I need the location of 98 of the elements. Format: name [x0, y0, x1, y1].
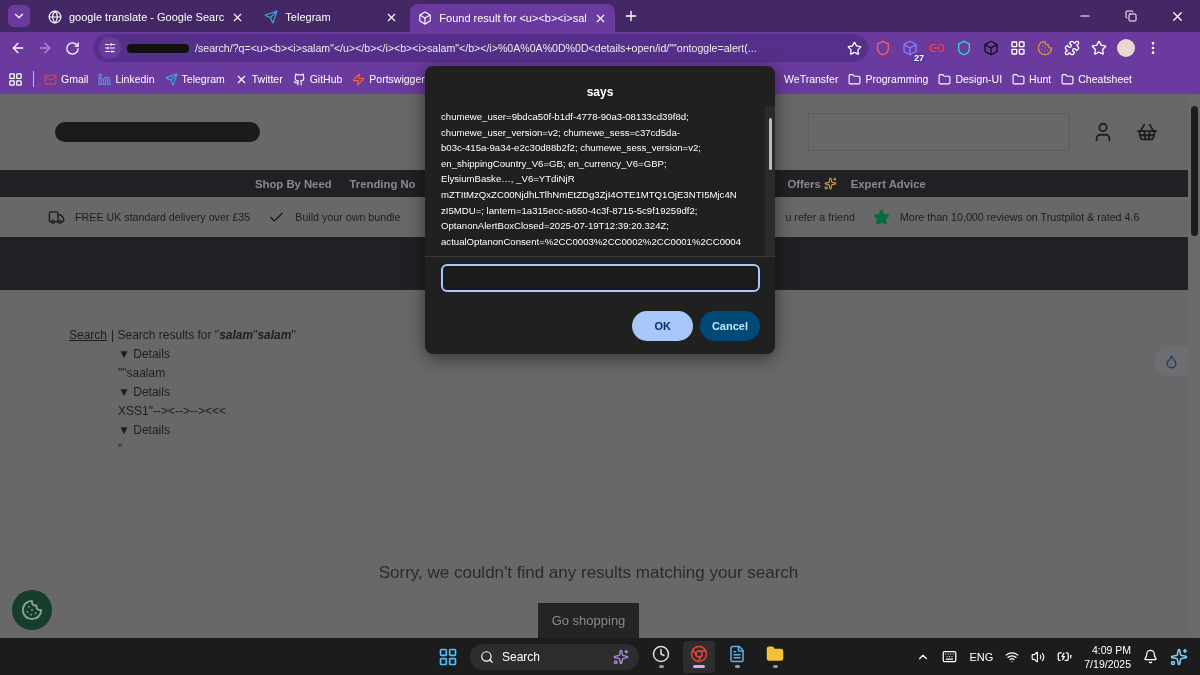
- chrome-icon: [690, 645, 708, 663]
- bookmark-folder[interactable]: Hunt: [1012, 72, 1052, 86]
- bookmark-folder[interactable]: Programming: [848, 72, 929, 86]
- cube-icon: [983, 40, 999, 56]
- dialog-message-line: ElysiumBaske…, _V6=YTdiNjR: [441, 172, 576, 187]
- puzzle-icon: [1064, 40, 1080, 56]
- cube-icon: [902, 40, 918, 56]
- windows-logo-icon: [438, 646, 458, 667]
- folder-icon: [938, 72, 952, 86]
- taskbar-search-field[interactable]: Search: [470, 643, 639, 670]
- bookmark-link[interactable]: Gmail: [44, 72, 89, 86]
- dialog-message-line: actualOptanonConsent=%2CC0003%2CC0002%2CC0001%2CC0004: [441, 234, 742, 249]
- dialog-message-line: zI5MDU=; lantern=1a315ecc-a650-4c3f-8715-5c9f19259df2;: [441, 203, 699, 218]
- clock-icon: [652, 645, 670, 663]
- empty-results-message: Sorry, we couldn't find any results matching your search: [378, 563, 799, 583]
- forward-arrow-icon: [37, 40, 53, 56]
- promo-text: FREE UK standard delivery over £35: [75, 211, 251, 224]
- star-icon: [872, 208, 890, 226]
- site-info-button[interactable]: [99, 37, 121, 59]
- lightning-icon: [352, 72, 366, 86]
- wifi-icon[interactable]: [1005, 649, 1020, 664]
- sparkle-icon: [823, 177, 837, 191]
- linkedin-icon: [98, 72, 112, 86]
- details-content: ": [118, 441, 124, 458]
- dialog-message-line: chumewe_user=9bdca50f-b1df-4778-90a3-08133cd39f8d;: [441, 110, 690, 124]
- restore-icon: [1125, 10, 1137, 22]
- taskbar-app[interactable]: [683, 640, 715, 673]
- bookmark-link[interactable]: Twitter: [234, 72, 283, 86]
- cookie-icon: [1037, 40, 1053, 56]
- globe-icon: [48, 10, 62, 24]
- mail-icon: [44, 72, 57, 86]
- shield-icon: [956, 40, 972, 56]
- bookmark-link[interactable]: GitHub: [292, 72, 343, 86]
- dialog-scrollbar[interactable]: [765, 106, 775, 256]
- bookmark-link[interactable]: Portswigger: [352, 72, 425, 86]
- dialog-message-line: en_shippingCountry_V6=GB; en_currency_V6=GBP;: [441, 156, 668, 171]
- sliders-icon: [104, 42, 116, 54]
- go-shopping-button[interactable]: Go shopping: [537, 603, 640, 638]
- truck-icon: [48, 208, 65, 226]
- dialog-title: says: [586, 85, 614, 99]
- cookie-settings-button[interactable]: [12, 590, 52, 630]
- grid-icon: [1010, 40, 1026, 56]
- shield-icon: [875, 40, 891, 56]
- bookmark-link[interactable]: Telegram: [164, 72, 225, 86]
- paper-plane-icon: [164, 72, 178, 86]
- battery-icon[interactable]: [1057, 649, 1073, 664]
- browser-tab[interactable]: google translate - Google Searc: [40, 4, 253, 30]
- results-heading: | Search results for "salam"salam": [111, 327, 296, 344]
- running-indicator: [658, 665, 664, 668]
- prompt-input-field[interactable]: [441, 264, 760, 292]
- cookie-icon: [21, 599, 43, 621]
- keyboard-icon[interactable]: [942, 649, 958, 664]
- bookmark-star-icon[interactable]: [847, 40, 862, 56]
- dialog-message-line: b03c-415a-9a34-e2c30d88b2f2; chumewe_sess_version=v2;: [441, 141, 702, 156]
- search-icon: [480, 649, 494, 664]
- folder-icon: [766, 645, 784, 663]
- nav-link[interactable]: Shop By Need: [255, 177, 332, 190]
- notepad-icon: [728, 645, 746, 663]
- bookmark-link[interactable]: Linkedin: [98, 72, 155, 86]
- redaction-mark: [127, 43, 189, 53]
- nav-link[interactable]: Offers: [787, 177, 837, 191]
- running-indicator: [772, 665, 778, 668]
- count-badge: 27: [912, 53, 926, 63]
- running-indicator: [693, 665, 705, 668]
- nav-link[interactable]: Expert Advice: [850, 177, 926, 190]
- github-icon: [292, 72, 306, 86]
- dialog-message-line: chumewe_user_version=v2; chumewe_sess=c37cd5da-: [441, 125, 681, 140]
- bell-icon[interactable]: [1143, 649, 1158, 664]
- paper-plane-icon: [264, 10, 279, 24]
- browser-tab[interactable]: Telegram: [256, 4, 407, 30]
- folder-icon: [848, 72, 862, 86]
- drop-icon: [1163, 353, 1179, 369]
- avatar-circle: [1117, 39, 1135, 57]
- star-icon: [1091, 40, 1107, 56]
- volume-icon[interactable]: [1031, 649, 1046, 664]
- dialog-message-line: OptanonAlertBoxClosed=2025-07-19T12:39:20.324Z;: [441, 219, 670, 234]
- folder-icon: [1061, 72, 1075, 86]
- bookmark-folder[interactable]: Design-UI: [938, 72, 1003, 86]
- bookmark-folder[interactable]: Cheatsheet: [1061, 72, 1132, 86]
- address-bar[interactable]: /search/?q=<u><b><i>salam"</u></b></i><b><i>salam"</b></i>%0A%0A%0D%0D<details+open/id/""ontoggle=alert(...: [93, 34, 868, 62]
- promo-text: Build your own bundle: [295, 211, 401, 224]
- browser-tab[interactable]: Found result for <u><b><i>sal: [410, 4, 615, 32]
- tab-search-button[interactable]: [8, 5, 30, 27]
- promo-text: More than 10,000 reviews on Trustpilot & rated 4.6: [899, 211, 1140, 224]
- folder-icon: [1012, 72, 1026, 86]
- reload-icon: [64, 40, 80, 56]
- dialog-message-line: mZTItMzQxZC00NjdhLTlhNmEtZDg3ZjI4OTE1MTQ1OjE3NTI5Mjc4N: [441, 187, 738, 202]
- apps-grid-icon[interactable]: [8, 71, 23, 87]
- clock-display[interactable]: 4:09 PM 7/19/2025: [1084, 642, 1131, 671]
- details-content: ""saalam: [118, 365, 167, 382]
- promo-text: u refer a friend: [785, 211, 855, 224]
- cancel-button[interactable]: Cancel: [699, 311, 760, 341]
- bookmark-link[interactable]: WeTransfer: [784, 73, 839, 85]
- nav-link[interactable]: Trending No: [349, 177, 416, 190]
- details-content: XSS1"--><-->--><<<: [118, 403, 227, 420]
- language-indicator[interactable]: ENG: [969, 650, 994, 663]
- ok-button[interactable]: OK: [632, 311, 693, 341]
- running-indicator: [734, 665, 740, 668]
